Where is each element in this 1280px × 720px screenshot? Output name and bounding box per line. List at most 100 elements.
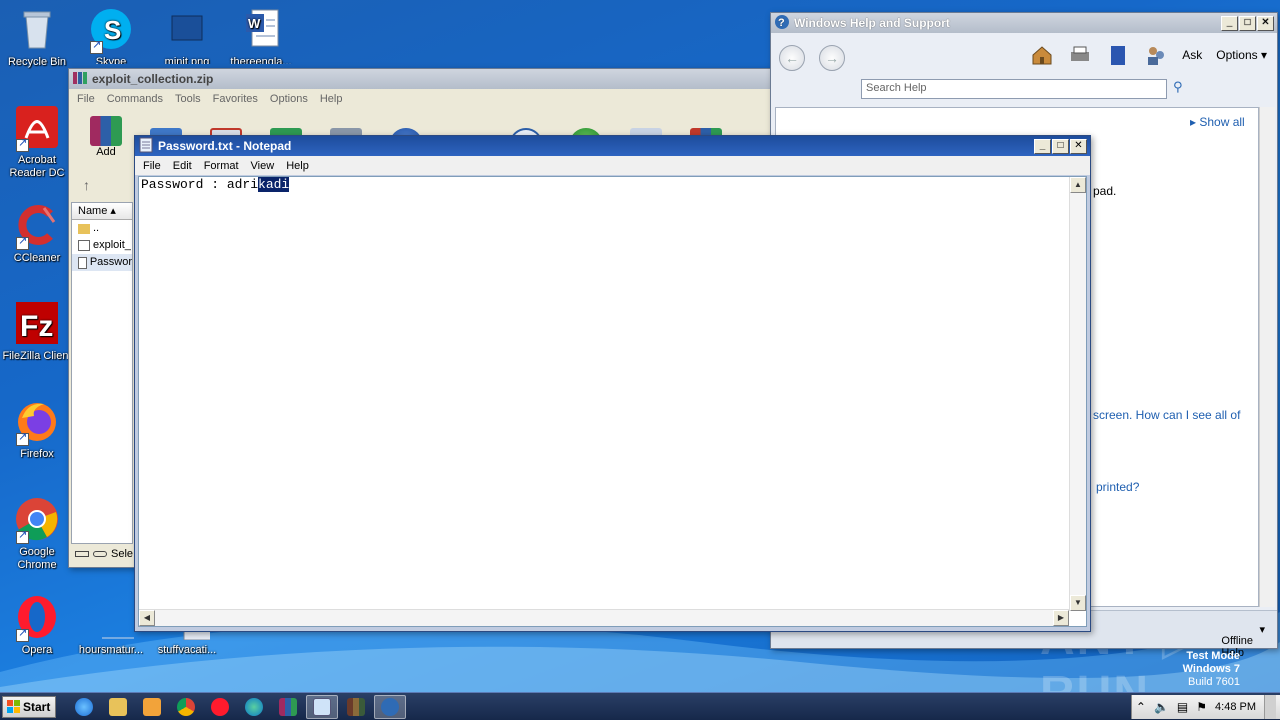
winrar-menu-file[interactable]: File xyxy=(71,91,101,107)
archive-add-icon xyxy=(90,116,122,146)
taskbar-chrome[interactable] xyxy=(170,695,202,719)
winrar-add-button[interactable]: Add xyxy=(87,116,125,158)
show-desktop-button[interactable] xyxy=(1264,694,1276,719)
ask-label[interactable]: Ask xyxy=(1182,48,1202,62)
notepad-menu-help[interactable]: Help xyxy=(280,158,315,174)
notepad-menu-view[interactable]: View xyxy=(245,158,281,174)
help-scrollbar[interactable] xyxy=(1259,107,1275,607)
internet-explorer-icon xyxy=(75,697,93,716)
desktop-icon-firefox[interactable]: Firefox xyxy=(0,398,74,461)
start-button[interactable]: Start xyxy=(2,695,56,718)
svg-text:S: S xyxy=(104,15,121,45)
svg-text:Fz: Fz xyxy=(20,310,53,343)
winrar-up-arrow-icon[interactable]: ↑ xyxy=(83,177,90,193)
desktop-icon-label: CCleaner xyxy=(13,252,61,264)
winrar-file-list: Name ▴ .. exploit_ Passwor xyxy=(71,202,133,544)
action-center-flag-icon[interactable]: ⚑ xyxy=(1196,700,1207,714)
desktop-icon-minit-png[interactable]: minit.png xyxy=(150,6,224,64)
scroll-up-icon[interactable]: ▲ xyxy=(1070,177,1086,193)
winrar-app-icon xyxy=(72,70,88,89)
file-list-header-name[interactable]: Name ▴ xyxy=(72,203,132,220)
ccleaner-icon xyxy=(14,202,60,250)
notepad-window[interactable]: Password.txt - Notepad _ □ ✕ File Edit F… xyxy=(134,135,1091,632)
winrar-icon xyxy=(347,697,365,716)
notepad-menu-file[interactable]: File xyxy=(137,158,167,174)
winrar-title: exploit_collection.zip xyxy=(92,72,214,86)
help-titlebar[interactable]: ? Windows Help and Support _ □ ✕ xyxy=(771,13,1277,33)
file-list-row[interactable]: .. xyxy=(72,220,132,237)
desktop-icon-label: minit.png xyxy=(164,56,210,64)
desktop-icon-ccleaner[interactable]: CCleaner xyxy=(0,202,74,265)
watermark-line3: Build 7601 xyxy=(1188,676,1240,688)
winrar-menu-commands[interactable]: Commands xyxy=(101,91,169,107)
scroll-down-icon[interactable]: ▼ xyxy=(1070,595,1086,611)
help-tools: Ask Options ▾ xyxy=(1030,43,1267,67)
taskbar-winrar[interactable] xyxy=(340,695,372,719)
options-menu[interactable]: Options ▾ xyxy=(1216,48,1267,62)
notepad-menu-edit[interactable]: Edit xyxy=(167,158,198,174)
close-button[interactable]: ✕ xyxy=(1257,15,1274,31)
taskbar-explorer[interactable] xyxy=(102,695,134,719)
horizontal-scrollbar[interactable]: ◀ ▶ xyxy=(139,609,1069,626)
desktop-icon-opera[interactable]: Opera xyxy=(0,594,74,657)
taskbar-edge[interactable] xyxy=(238,695,270,719)
help-link-screen[interactable]: screen. How can I see all of xyxy=(1093,408,1240,422)
browse-help-icon[interactable] xyxy=(1106,43,1130,67)
search-help-input[interactable]: Search Help xyxy=(861,79,1167,99)
minimize-button[interactable]: _ xyxy=(1221,15,1238,31)
file-list-row[interactable]: exploit_ xyxy=(72,237,132,254)
vertical-scrollbar[interactable]: ▲ ▼ xyxy=(1069,177,1086,611)
file-icon xyxy=(78,240,90,251)
winrar-menu-options[interactable]: Options xyxy=(264,91,314,107)
taskbar-help[interactable] xyxy=(374,694,406,719)
file-icon xyxy=(88,612,148,640)
desktop-icon-skype[interactable]: S Skype xyxy=(74,6,148,64)
help-title: Windows Help and Support xyxy=(794,16,950,30)
close-button[interactable]: ✕ xyxy=(1070,138,1087,154)
notepad-menu-format[interactable]: Format xyxy=(198,158,245,174)
winrar-menu-tools[interactable]: Tools xyxy=(169,91,207,107)
taskbar-media-player[interactable] xyxy=(136,695,168,719)
help-app-icon: ? xyxy=(774,14,790,33)
desktop-icon-chrome[interactable]: Google Chrome xyxy=(0,496,74,572)
desktop-icon-recycle-bin[interactable]: Recycle Bin xyxy=(0,6,74,69)
show-hidden-icons-icon[interactable]: ⌃ xyxy=(1136,700,1146,714)
file-list-row[interactable]: Passwor xyxy=(72,254,132,271)
notepad-text-area[interactable]: Password : adrikadi ▲ ▼ ◀ ▶ xyxy=(138,176,1087,627)
show-all-link[interactable]: ▸ Show all xyxy=(1190,115,1245,129)
desktop-icon-thereengla[interactable]: W thereengla... xyxy=(224,6,298,64)
scroll-left-icon[interactable]: ◀ xyxy=(139,610,155,626)
back-arrow-icon[interactable]: ← xyxy=(779,45,805,71)
notepad-titlebar[interactable]: Password.txt - Notepad _ □ ✕ xyxy=(135,136,1090,156)
svg-text:W: W xyxy=(248,16,261,31)
taskbar-winrar-app[interactable] xyxy=(272,695,304,719)
volume-icon[interactable]: 🔈 xyxy=(1154,700,1169,714)
winrar-menu-favorites[interactable]: Favorites xyxy=(207,91,264,107)
taskbar-ie[interactable] xyxy=(68,695,100,719)
taskbar-notepad[interactable] xyxy=(306,694,338,719)
maximize-button[interactable]: □ xyxy=(1239,15,1256,31)
taskbar-opera[interactable] xyxy=(204,695,236,719)
desktop-icon-label: FileZilla Client xyxy=(2,350,72,362)
winrar-titlebar[interactable]: exploit_collection.zip xyxy=(69,69,773,89)
clock[interactable]: 4:48 PM xyxy=(1215,701,1256,713)
help-link-printed[interactable]: printed? xyxy=(1096,480,1139,494)
filezilla-icon: Fz xyxy=(14,300,60,346)
text-selection: kadi xyxy=(258,177,290,192)
network-icon[interactable]: ▤ xyxy=(1177,700,1188,714)
notepad-content[interactable]: Password : adrikadi xyxy=(141,177,290,192)
search-icon[interactable]: ⚲ xyxy=(1173,79,1183,95)
print-icon[interactable] xyxy=(1068,43,1092,67)
forward-arrow-icon[interactable]: → xyxy=(819,45,845,71)
word-doc-icon: W xyxy=(238,6,284,52)
maximize-button[interactable]: □ xyxy=(1052,138,1069,154)
winrar-menu-help[interactable]: Help xyxy=(314,91,349,107)
scroll-right-icon[interactable]: ▶ xyxy=(1053,610,1069,626)
offline-help-button[interactable]: Offline Help ▾ xyxy=(1221,623,1265,659)
desktop-icon-filezilla[interactable]: Fz FileZilla Client xyxy=(0,300,74,363)
home-icon[interactable] xyxy=(1030,43,1054,67)
desktop-icon-acrobat[interactable]: Acrobat Reader DC xyxy=(0,104,74,180)
ask-people-icon[interactable] xyxy=(1144,43,1168,67)
minimize-button[interactable]: _ xyxy=(1034,138,1051,154)
winrar-icon xyxy=(279,697,297,716)
